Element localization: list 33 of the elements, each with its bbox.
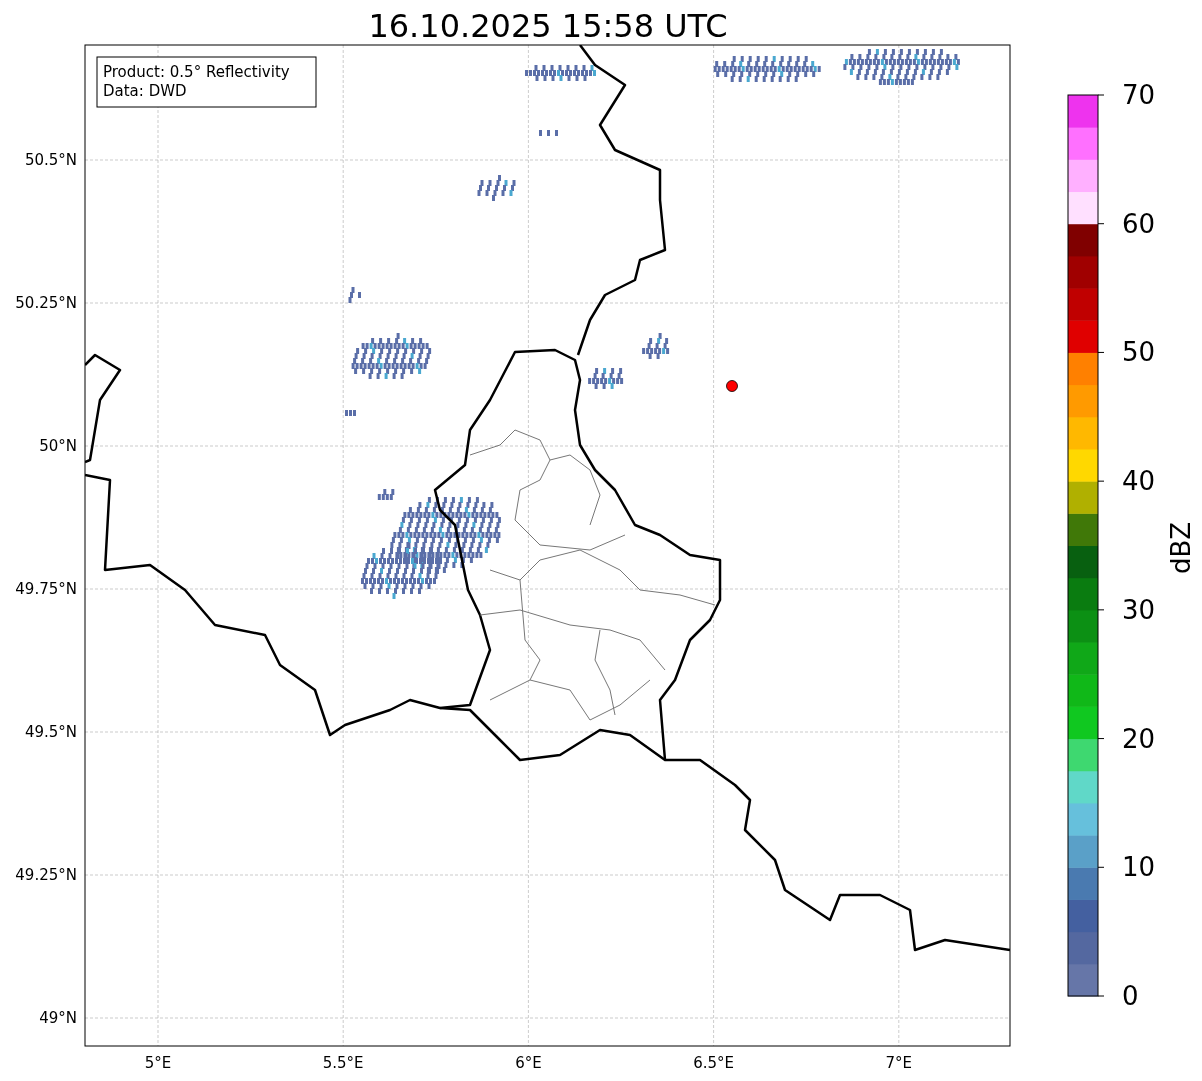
latitude-label: 50°N (39, 437, 77, 455)
colorbar-tick-label: 30 (1122, 594, 1156, 625)
tick-mark (1097, 223, 1105, 225)
colorbar-tick-label: 0 (1122, 981, 1139, 1011)
info-text: Product: 0.5° Reflectivity (103, 63, 290, 81)
latitude-label: 49.5°N (24, 723, 77, 741)
latitude-label: 49°N (39, 1009, 77, 1027)
colorbar-label: dBZ (1166, 521, 1196, 575)
location-marker (726, 380, 738, 392)
colorbar-tick-label: 20 (1122, 723, 1156, 754)
latitude-label: 49.75°N (15, 580, 77, 598)
colorbar-tick-label: 50 (1122, 337, 1156, 368)
chart-title: 16.10.2025 15:58 UTC (368, 7, 728, 45)
longitude-label: 7°E (885, 1054, 913, 1072)
tick-mark (1097, 480, 1105, 482)
longitude-label: 6°E (515, 1054, 542, 1072)
tick-mark (1097, 609, 1105, 611)
latitude-label: 50.5°N (24, 151, 77, 169)
colorbar-tick-label: 60 (1122, 208, 1156, 239)
tick-mark (1097, 738, 1105, 740)
colorbar-tick-label: 10 (1122, 852, 1156, 883)
tick-mark (1097, 351, 1105, 353)
colorbar-tick-label: 70 (1122, 80, 1156, 110)
longitude-label: 6.5°E (693, 1054, 734, 1072)
tick-mark (1097, 866, 1105, 868)
longitude-label: 5°E (144, 1054, 172, 1072)
info-text: Data: DWD (103, 82, 187, 100)
latitude-label: 50.25°N (15, 294, 77, 312)
longitude-label: 5.5°E (322, 1054, 364, 1072)
tick-mark (1097, 995, 1105, 997)
latitude-label: 49.25°N (15, 866, 77, 884)
colorbar-tick-label: 40 (1122, 466, 1156, 497)
tick-mark (1097, 94, 1105, 96)
